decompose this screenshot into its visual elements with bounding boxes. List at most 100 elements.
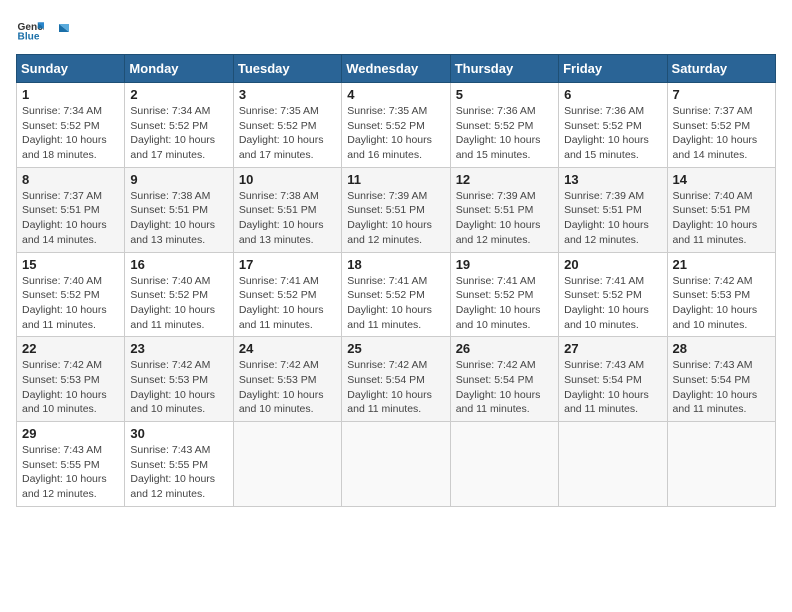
day-info: Sunrise: 7:34 AM Sunset: 5:52 PM Dayligh… <box>22 104 119 163</box>
calendar-cell: 21 Sunrise: 7:42 AM Sunset: 5:53 PM Dayl… <box>667 252 775 337</box>
calendar-cell <box>233 422 341 507</box>
day-info: Sunrise: 7:41 AM Sunset: 5:52 PM Dayligh… <box>347 274 444 333</box>
logo-wordmark <box>48 22 70 38</box>
day-info: Sunrise: 7:40 AM Sunset: 5:52 PM Dayligh… <box>22 274 119 333</box>
day-info: Sunrise: 7:42 AM Sunset: 5:54 PM Dayligh… <box>456 358 553 417</box>
calendar-cell: 20 Sunrise: 7:41 AM Sunset: 5:52 PM Dayl… <box>559 252 667 337</box>
day-number: 27 <box>564 341 661 356</box>
day-number: 25 <box>347 341 444 356</box>
day-number: 8 <box>22 172 119 187</box>
day-number: 23 <box>130 341 227 356</box>
day-number: 12 <box>456 172 553 187</box>
calendar-header-thursday: Thursday <box>450 55 558 83</box>
day-info: Sunrise: 7:39 AM Sunset: 5:51 PM Dayligh… <box>456 189 553 248</box>
calendar-cell: 15 Sunrise: 7:40 AM Sunset: 5:52 PM Dayl… <box>17 252 125 337</box>
calendar-header-friday: Friday <box>559 55 667 83</box>
calendar-cell: 2 Sunrise: 7:34 AM Sunset: 5:52 PM Dayli… <box>125 83 233 168</box>
calendar-cell: 10 Sunrise: 7:38 AM Sunset: 5:51 PM Dayl… <box>233 167 341 252</box>
calendar-cell: 3 Sunrise: 7:35 AM Sunset: 5:52 PM Dayli… <box>233 83 341 168</box>
day-number: 29 <box>22 426 119 441</box>
calendar-cell <box>559 422 667 507</box>
calendar-cell: 30 Sunrise: 7:43 AM Sunset: 5:55 PM Dayl… <box>125 422 233 507</box>
day-info: Sunrise: 7:35 AM Sunset: 5:52 PM Dayligh… <box>347 104 444 163</box>
logo-icon: General Blue <box>16 16 44 44</box>
day-number: 13 <box>564 172 661 187</box>
day-number: 28 <box>673 341 770 356</box>
day-number: 22 <box>22 341 119 356</box>
logo-bird-icon <box>49 22 69 42</box>
calendar-cell: 23 Sunrise: 7:42 AM Sunset: 5:53 PM Dayl… <box>125 337 233 422</box>
calendar-cell: 6 Sunrise: 7:36 AM Sunset: 5:52 PM Dayli… <box>559 83 667 168</box>
day-number: 9 <box>130 172 227 187</box>
day-info: Sunrise: 7:43 AM Sunset: 5:54 PM Dayligh… <box>673 358 770 417</box>
day-info: Sunrise: 7:35 AM Sunset: 5:52 PM Dayligh… <box>239 104 336 163</box>
day-info: Sunrise: 7:37 AM Sunset: 5:52 PM Dayligh… <box>673 104 770 163</box>
calendar-week-row: 1 Sunrise: 7:34 AM Sunset: 5:52 PM Dayli… <box>17 83 776 168</box>
day-info: Sunrise: 7:36 AM Sunset: 5:52 PM Dayligh… <box>456 104 553 163</box>
day-info: Sunrise: 7:41 AM Sunset: 5:52 PM Dayligh… <box>456 274 553 333</box>
day-info: Sunrise: 7:42 AM Sunset: 5:53 PM Dayligh… <box>673 274 770 333</box>
day-number: 15 <box>22 257 119 272</box>
day-number: 26 <box>456 341 553 356</box>
calendar-header-tuesday: Tuesday <box>233 55 341 83</box>
day-number: 1 <box>22 87 119 102</box>
day-number: 16 <box>130 257 227 272</box>
day-info: Sunrise: 7:43 AM Sunset: 5:55 PM Dayligh… <box>130 443 227 502</box>
calendar-cell: 13 Sunrise: 7:39 AM Sunset: 5:51 PM Dayl… <box>559 167 667 252</box>
calendar-week-row: 15 Sunrise: 7:40 AM Sunset: 5:52 PM Dayl… <box>17 252 776 337</box>
day-number: 24 <box>239 341 336 356</box>
day-info: Sunrise: 7:42 AM Sunset: 5:53 PM Dayligh… <box>130 358 227 417</box>
calendar-week-row: 8 Sunrise: 7:37 AM Sunset: 5:51 PM Dayli… <box>17 167 776 252</box>
day-number: 30 <box>130 426 227 441</box>
day-info: Sunrise: 7:39 AM Sunset: 5:51 PM Dayligh… <box>564 189 661 248</box>
day-info: Sunrise: 7:42 AM Sunset: 5:53 PM Dayligh… <box>22 358 119 417</box>
logo: General Blue <box>16 16 70 44</box>
calendar-cell: 5 Sunrise: 7:36 AM Sunset: 5:52 PM Dayli… <box>450 83 558 168</box>
calendar-cell: 18 Sunrise: 7:41 AM Sunset: 5:52 PM Dayl… <box>342 252 450 337</box>
calendar-header-row: SundayMondayTuesdayWednesdayThursdayFrid… <box>17 55 776 83</box>
day-info: Sunrise: 7:40 AM Sunset: 5:52 PM Dayligh… <box>130 274 227 333</box>
day-number: 20 <box>564 257 661 272</box>
calendar-header-monday: Monday <box>125 55 233 83</box>
day-info: Sunrise: 7:41 AM Sunset: 5:52 PM Dayligh… <box>239 274 336 333</box>
calendar-cell: 4 Sunrise: 7:35 AM Sunset: 5:52 PM Dayli… <box>342 83 450 168</box>
day-info: Sunrise: 7:40 AM Sunset: 5:51 PM Dayligh… <box>673 189 770 248</box>
calendar-header-wednesday: Wednesday <box>342 55 450 83</box>
calendar-cell: 19 Sunrise: 7:41 AM Sunset: 5:52 PM Dayl… <box>450 252 558 337</box>
calendar-cell: 29 Sunrise: 7:43 AM Sunset: 5:55 PM Dayl… <box>17 422 125 507</box>
calendar-header-saturday: Saturday <box>667 55 775 83</box>
calendar-cell: 24 Sunrise: 7:42 AM Sunset: 5:53 PM Dayl… <box>233 337 341 422</box>
calendar-cell: 7 Sunrise: 7:37 AM Sunset: 5:52 PM Dayli… <box>667 83 775 168</box>
day-info: Sunrise: 7:43 AM Sunset: 5:54 PM Dayligh… <box>564 358 661 417</box>
day-info: Sunrise: 7:43 AM Sunset: 5:55 PM Dayligh… <box>22 443 119 502</box>
calendar-cell: 14 Sunrise: 7:40 AM Sunset: 5:51 PM Dayl… <box>667 167 775 252</box>
calendar-cell: 12 Sunrise: 7:39 AM Sunset: 5:51 PM Dayl… <box>450 167 558 252</box>
day-number: 14 <box>673 172 770 187</box>
page-header: General Blue <box>16 16 776 44</box>
calendar-cell: 27 Sunrise: 7:43 AM Sunset: 5:54 PM Dayl… <box>559 337 667 422</box>
day-number: 19 <box>456 257 553 272</box>
calendar-cell: 16 Sunrise: 7:40 AM Sunset: 5:52 PM Dayl… <box>125 252 233 337</box>
day-number: 21 <box>673 257 770 272</box>
calendar-cell: 22 Sunrise: 7:42 AM Sunset: 5:53 PM Dayl… <box>17 337 125 422</box>
calendar-cell: 1 Sunrise: 7:34 AM Sunset: 5:52 PM Dayli… <box>17 83 125 168</box>
day-info: Sunrise: 7:38 AM Sunset: 5:51 PM Dayligh… <box>239 189 336 248</box>
calendar-cell: 11 Sunrise: 7:39 AM Sunset: 5:51 PM Dayl… <box>342 167 450 252</box>
calendar-cell: 9 Sunrise: 7:38 AM Sunset: 5:51 PM Dayli… <box>125 167 233 252</box>
calendar-cell: 25 Sunrise: 7:42 AM Sunset: 5:54 PM Dayl… <box>342 337 450 422</box>
calendar-cell: 26 Sunrise: 7:42 AM Sunset: 5:54 PM Dayl… <box>450 337 558 422</box>
day-number: 5 <box>456 87 553 102</box>
day-number: 11 <box>347 172 444 187</box>
calendar-week-row: 29 Sunrise: 7:43 AM Sunset: 5:55 PM Dayl… <box>17 422 776 507</box>
day-info: Sunrise: 7:37 AM Sunset: 5:51 PM Dayligh… <box>22 189 119 248</box>
day-number: 3 <box>239 87 336 102</box>
calendar-cell <box>342 422 450 507</box>
calendar-cell: 8 Sunrise: 7:37 AM Sunset: 5:51 PM Dayli… <box>17 167 125 252</box>
day-number: 17 <box>239 257 336 272</box>
day-info: Sunrise: 7:42 AM Sunset: 5:54 PM Dayligh… <box>347 358 444 417</box>
day-info: Sunrise: 7:36 AM Sunset: 5:52 PM Dayligh… <box>564 104 661 163</box>
day-info: Sunrise: 7:42 AM Sunset: 5:53 PM Dayligh… <box>239 358 336 417</box>
day-info: Sunrise: 7:41 AM Sunset: 5:52 PM Dayligh… <box>564 274 661 333</box>
day-info: Sunrise: 7:38 AM Sunset: 5:51 PM Dayligh… <box>130 189 227 248</box>
calendar-cell <box>667 422 775 507</box>
